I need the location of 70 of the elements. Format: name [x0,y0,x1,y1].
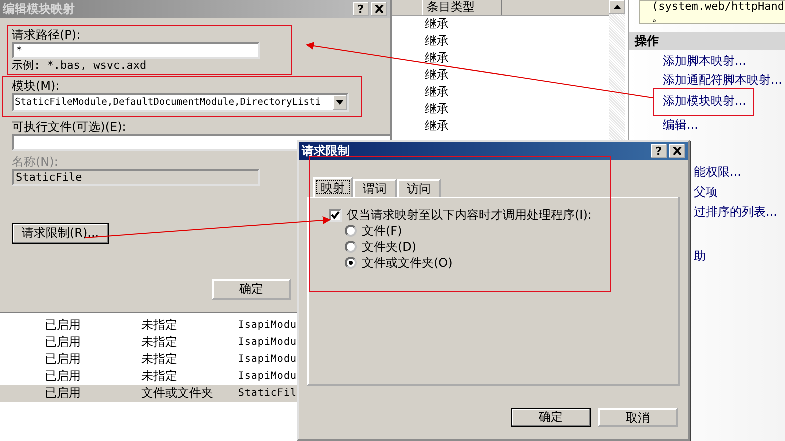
table-cell: IsapiModu [238,337,297,348]
table-cell-text: 未指定 [142,351,179,368]
table-cell-text: 继承 [425,67,450,84]
close-icon [672,147,682,155]
table-cell-text: 继承 [425,118,450,135]
cancel-button[interactable]: 取消 [598,408,678,427]
radio-button[interactable] [345,257,357,269]
help-button[interactable]: ? [651,144,667,158]
radio-label: 文件夹(D) [362,240,417,254]
table-row[interactable]: 已启用 未指定 IsapiModu [0,368,297,385]
table-cell: StaticFil [238,388,297,399]
close-button[interactable] [669,144,685,158]
tab[interactable]: 映射 [313,177,353,197]
table-cell-text: 已启用 [45,334,82,351]
action-link[interactable]: 添加模块映射... [663,93,785,109]
request-path-field[interactable]: * [12,42,260,59]
field-label: 请求路径(P): [12,28,81,42]
table-cell-text: 已启用 [45,351,82,368]
table-cell-text: 已启用 [45,317,82,334]
info-text: 。 [652,12,664,23]
field-label: 名称(N): [12,155,58,169]
table-cell-text: 继承 [425,16,450,33]
table-row[interactable]: 已启用 未指定 IsapiModu [0,334,297,351]
table-cell-text: 未指定 [142,368,179,385]
table-cell-text: 继承 [425,50,450,67]
action-link[interactable]: 父项 [694,182,785,202]
table-cell-text: 继承 [425,33,450,50]
ok-button[interactable]: 确定 [511,408,591,427]
radio-button[interactable] [345,241,357,253]
table-cell-text: 继承 [425,84,450,101]
checkbox-label: 仅当请求映射至以下内容时才调用处理程序(I): [347,208,592,222]
radio-label: 文件(F) [362,224,402,238]
checkmark-icon [331,210,340,220]
radio-label: 文件或文件夹(O) [362,256,453,270]
table-cell-text: 继承 [425,101,450,118]
table-cell-text: 未指定 [142,334,179,351]
tab[interactable]: 谓词 [353,179,397,197]
dropdown-arrow-icon [336,100,344,105]
table-cell-text: 未指定 [142,317,179,334]
action-link[interactable]: 编辑... [663,117,785,133]
window-title: 请求限制 [302,142,351,160]
action-link[interactable]: 过排序的列表... [694,202,785,222]
table-row[interactable]: 已启用 未指定 IsapiModu [0,317,297,334]
hint-text: 示例: *.bas, wsvc.axd [12,59,147,73]
ok-button[interactable]: 确定 [212,279,291,300]
window-title: 编辑模块映射 [3,0,76,18]
table-row[interactable]: 已启用 文件或文件夹 StaticFil [0,385,297,402]
module-dropdown[interactable]: StaticFileModule,DefaultDocumentModule,DirectoryListi [12,93,349,112]
table-cell-text: 文件或文件夹 [142,385,215,402]
tab[interactable]: 访问 [397,179,441,197]
info-text: (system.web/httpHand [652,1,785,12]
table-cell: IsapiModu [238,320,297,331]
scroll-up-button[interactable] [609,0,625,14]
table-cell-text: 已启用 [45,368,82,385]
radio-button[interactable] [345,225,357,237]
table-cell: IsapiModu [238,354,297,365]
table-cell-text: 已启用 [45,385,82,402]
scroll-up-arrow-icon [614,5,620,9]
help-link[interactable]: 助 [694,246,785,266]
checkbox[interactable] [329,208,342,222]
action-link[interactable]: 添加通配符脚本映射... [663,72,785,88]
table-cell: IsapiModu [238,371,297,382]
field-label: 模块(M): [12,79,60,93]
action-link[interactable]: 添加脚本映射... [663,53,785,69]
action-link[interactable]: 能权限... [694,162,785,182]
panel-heading: 操作 [629,32,785,50]
field-label: 可执行文件(可选)(E): [12,120,126,134]
table-row[interactable]: 已启用 未指定 IsapiModu [0,351,297,368]
close-icon [374,5,384,13]
request-restrictions-button[interactable]: 请求限制(R)... [12,223,109,244]
